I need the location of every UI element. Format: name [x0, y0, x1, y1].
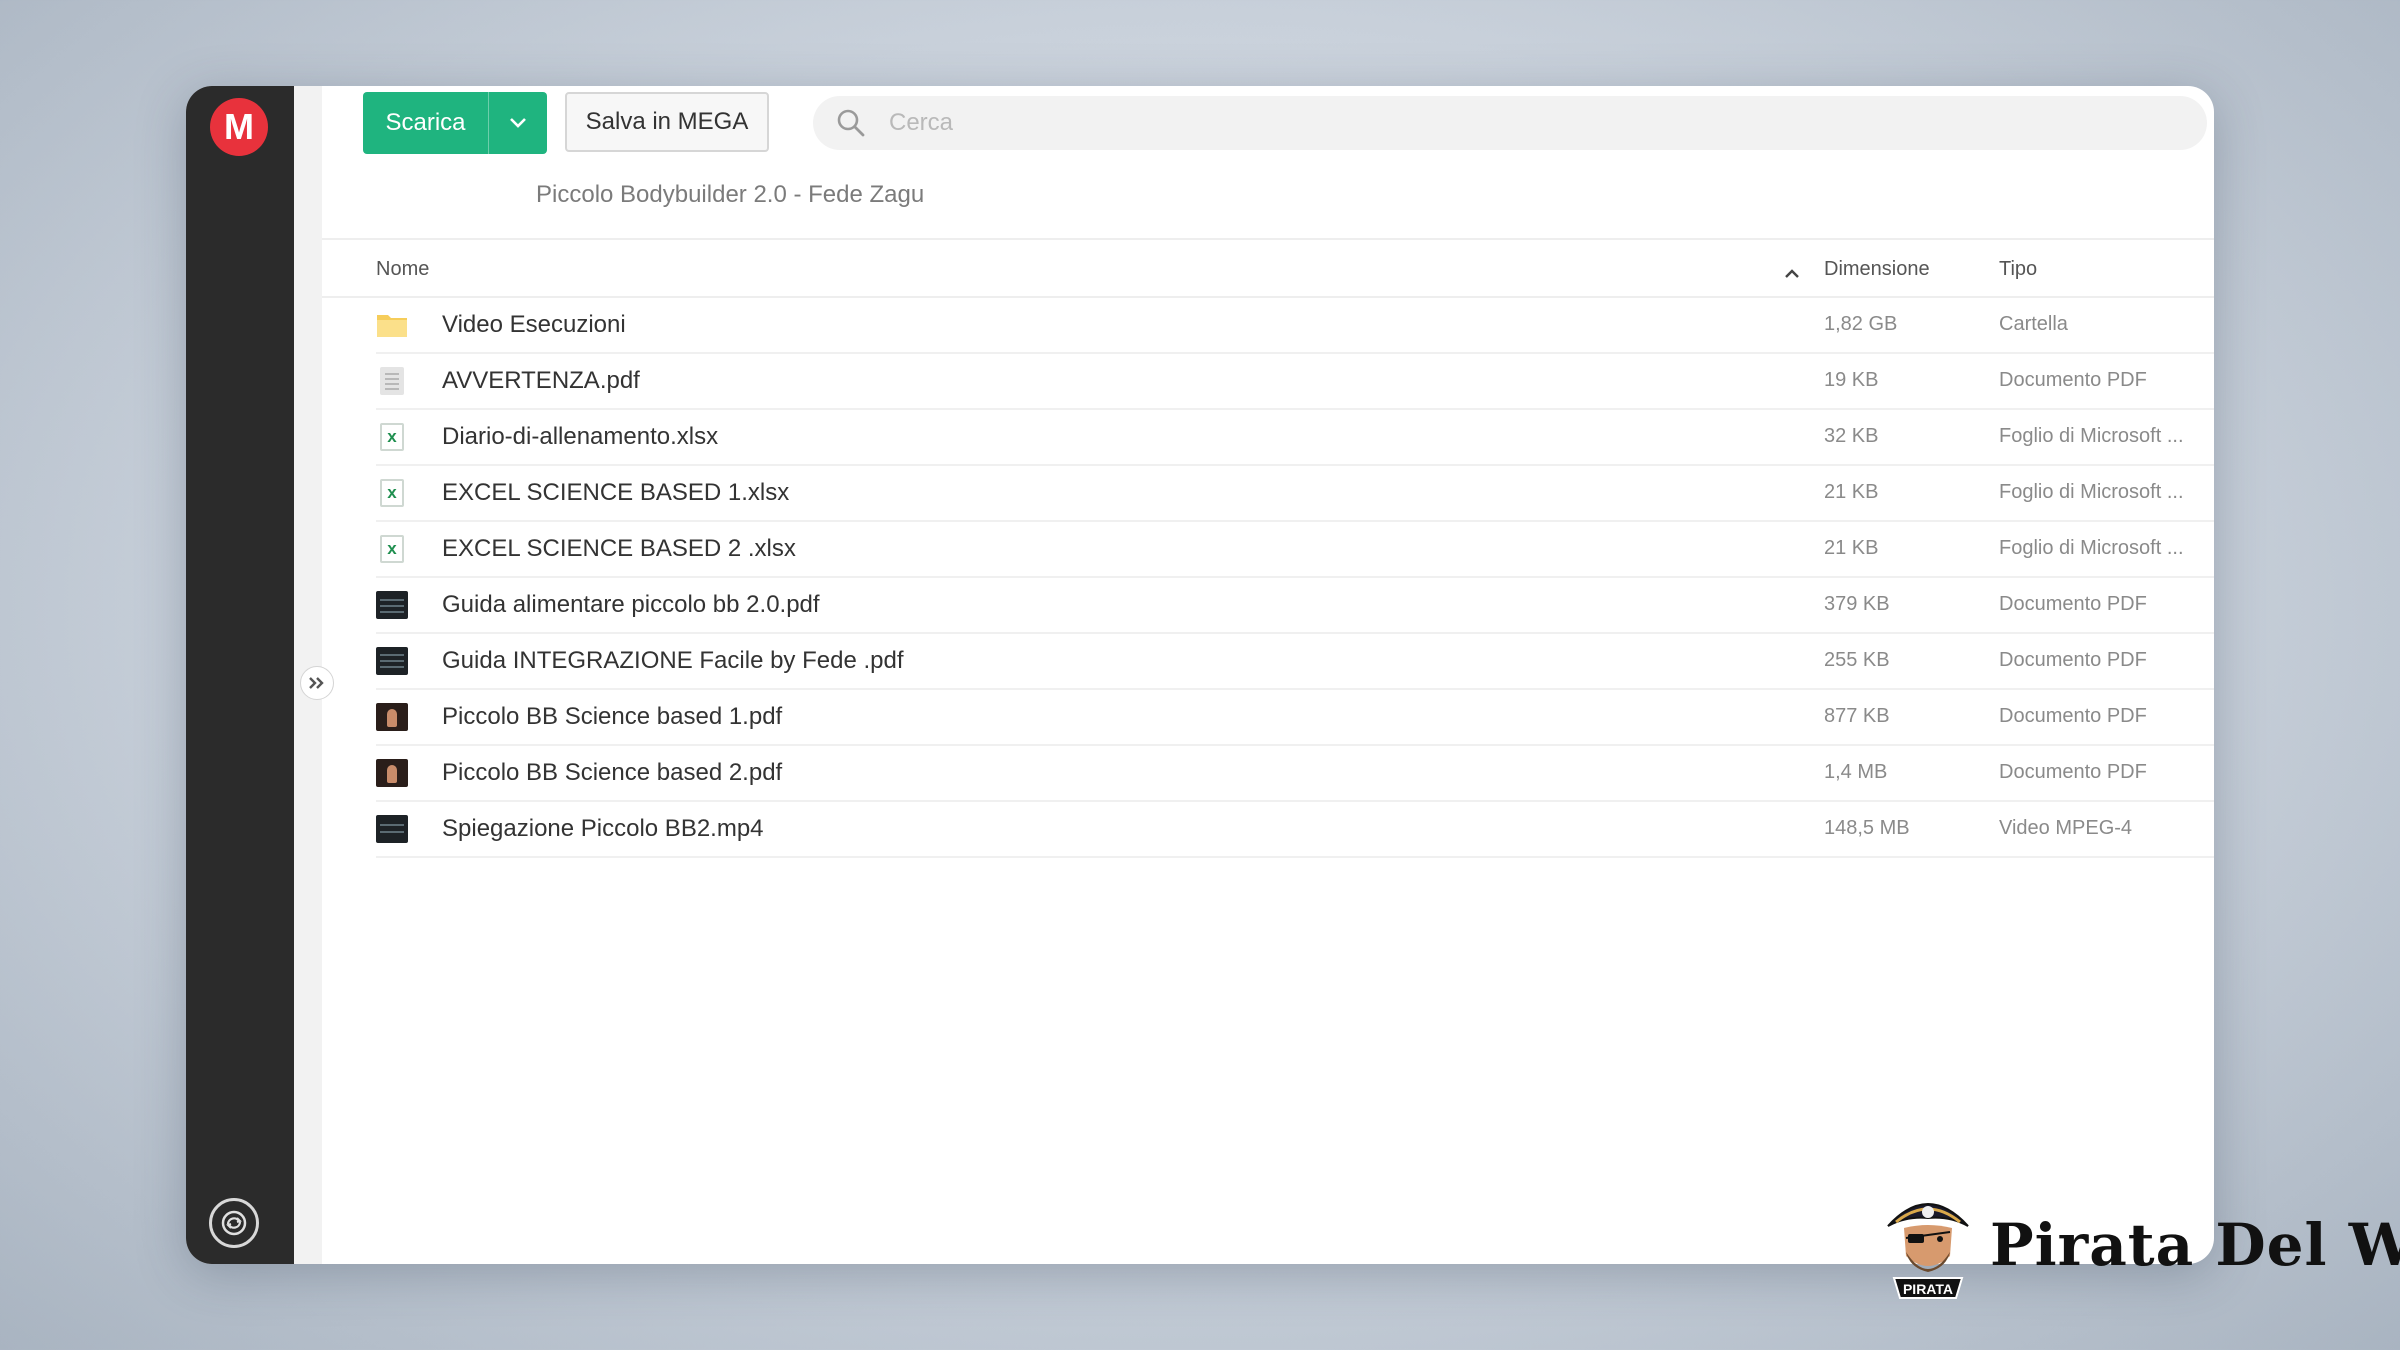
mega-window: M Scarica Salva in MEGA Cerca Piccolo Bo…	[186, 86, 2214, 1264]
file-type: Video MPEG-4	[1999, 817, 2133, 839]
file-size: 21 KB	[1824, 537, 1879, 559]
watermark-brand: PIRATA Pirata Del Web	[1880, 1186, 2400, 1304]
table-row[interactable]: Guida alimentare piccolo bb 2.0.pdf 379 …	[376, 578, 2214, 634]
file-name: Piccolo BB Science based 2.pdf	[442, 759, 783, 786]
photo-thumbnail-icon	[376, 758, 408, 788]
table-row[interactable]: x EXCEL SCIENCE BASED 1.xlsx 21 KB Fogli…	[376, 466, 2214, 522]
download-button-label: Scarica	[385, 109, 466, 136]
excel-file-icon: x	[376, 534, 408, 564]
file-name: Diario-di-allenamento.xlsx	[442, 423, 719, 450]
download-options-dropdown[interactable]	[488, 92, 547, 154]
download-button[interactable]: Scarica	[363, 92, 547, 154]
file-name: Video Esecuzioni	[442, 311, 626, 338]
file-name: Piccolo BB Science based 1.pdf	[442, 703, 783, 730]
column-header-type[interactable]: Tipo	[1999, 258, 2037, 281]
file-size: 19 KB	[1824, 369, 1879, 391]
file-type: Documento PDF	[1999, 649, 2147, 671]
file-type: Documento PDF	[1999, 593, 2147, 615]
mega-logo-icon[interactable]: M	[210, 98, 268, 156]
search-icon	[833, 105, 869, 141]
file-size: 255 KB	[1824, 649, 1890, 671]
brand-name: Pirata Del Web	[1990, 1211, 2400, 1279]
breadcrumb: Piccolo Bodybuilder 2.0 - Fede Zagu	[536, 181, 925, 208]
column-header-name[interactable]: Nome	[376, 258, 429, 281]
file-size: 1,82 GB	[1824, 313, 1898, 335]
table-row[interactable]: Piccolo BB Science based 1.pdf 877 KB Do…	[376, 690, 2214, 746]
table-row[interactable]: Piccolo BB Science based 2.pdf 1,4 MB Do…	[376, 746, 2214, 802]
file-type: Foglio di Microsoft ...	[1999, 481, 2184, 503]
pdf-thumbnail-icon	[376, 646, 408, 676]
file-type: Cartella	[1999, 313, 2068, 335]
file-name: EXCEL SCIENCE BASED 2 .xlsx	[442, 535, 796, 562]
file-name: Spiegazione Piccolo BB2.mp4	[442, 815, 764, 842]
file-size: 21 KB	[1824, 481, 1879, 503]
file-size: 379 KB	[1824, 593, 1890, 615]
file-table: Nome Dimensione Tipo Video Esecuzioni 1,…	[322, 240, 2214, 858]
file-name: EXCEL SCIENCE BASED 1.xlsx	[442, 479, 790, 506]
column-header-size[interactable]: Dimensione	[1824, 258, 1930, 281]
chevron-down-icon	[510, 118, 526, 128]
file-size: 148,5 MB	[1824, 817, 1910, 839]
table-row[interactable]: Guida INTEGRAZIONE Facile by Fede .pdf 2…	[376, 634, 2214, 690]
table-row[interactable]: Video Esecuzioni 1,82 GB Cartella	[376, 298, 2214, 354]
sidebar: M	[186, 86, 294, 1264]
sync-icon[interactable]	[209, 1198, 259, 1248]
pdf-thumbnail-icon	[376, 590, 408, 620]
file-type: Documento PDF	[1999, 369, 2147, 391]
badge-text: PIRATA	[1903, 1281, 1953, 1297]
sort-ascending-icon[interactable]	[1784, 262, 1800, 285]
file-size: 32 KB	[1824, 425, 1879, 447]
photo-thumbnail-icon	[376, 702, 408, 732]
table-row[interactable]: x Diario-di-allenamento.xlsx 32 KB Fogli…	[376, 410, 2214, 466]
pdf-file-icon	[376, 366, 408, 396]
folder-icon	[376, 310, 408, 340]
file-type: Foglio di Microsoft ...	[1999, 425, 2184, 447]
table-header: Nome Dimensione Tipo	[322, 240, 2214, 298]
file-size: 1,4 MB	[1824, 761, 1888, 783]
save-to-mega-button[interactable]: Salva in MEGA	[565, 92, 769, 152]
file-type: Documento PDF	[1999, 705, 2147, 727]
file-type: Documento PDF	[1999, 761, 2147, 783]
video-thumbnail-icon	[376, 814, 408, 844]
search-input[interactable]	[887, 108, 2091, 138]
file-type: Foglio di Microsoft ...	[1999, 537, 2184, 559]
file-name: Guida alimentare piccolo bb 2.0.pdf	[442, 591, 820, 618]
file-name: AVVERTENZA.pdf	[442, 367, 640, 394]
table-row[interactable]: AVVERTENZA.pdf 19 KB Documento PDF	[376, 354, 2214, 410]
file-size: 877 KB	[1824, 705, 1890, 727]
table-row[interactable]: Spiegazione Piccolo BB2.mp4 148,5 MB Vid…	[376, 802, 2214, 858]
table-row[interactable]: x EXCEL SCIENCE BASED 2 .xlsx 21 KB Fogl…	[376, 522, 2214, 578]
search-bar[interactable]	[813, 96, 2207, 150]
file-name: Guida INTEGRAZIONE Facile by Fede .pdf	[442, 647, 904, 674]
pirate-logo-icon: PIRATA	[1880, 1186, 1976, 1304]
excel-file-icon: x	[376, 422, 408, 452]
excel-file-icon: x	[376, 478, 408, 508]
